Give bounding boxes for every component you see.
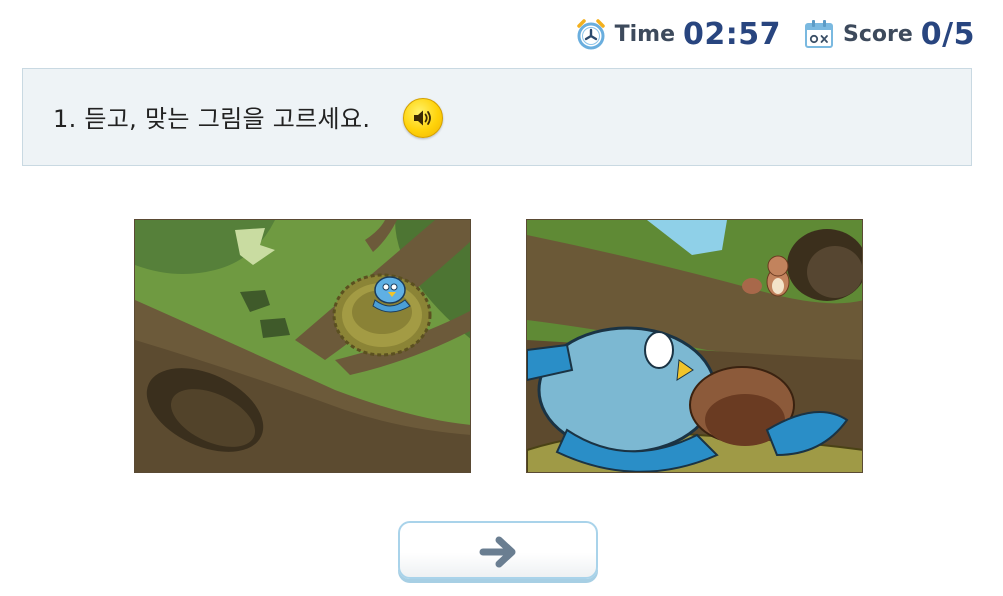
score-value: 0/5 xyxy=(920,16,975,52)
bird-and-squirrel-illustration xyxy=(527,220,862,472)
play-audio-button[interactable] xyxy=(403,98,443,138)
score: Score 0/5 xyxy=(803,17,975,52)
score-label: Score xyxy=(843,21,913,47)
question-text: 1. 듣고, 맞는 그림을 고르세요. xyxy=(53,105,371,133)
arrow-right-icon xyxy=(479,536,516,568)
answer-choice-2[interactable] xyxy=(526,219,863,473)
next-button[interactable] xyxy=(398,521,598,579)
clock-icon xyxy=(575,18,607,50)
time-label: Time xyxy=(614,21,675,47)
speaker-icon xyxy=(414,110,431,126)
question-panel: 1. 듣고, 맞는 그림을 고르세요. xyxy=(22,68,972,166)
bird-in-nest-illustration xyxy=(135,220,470,472)
time-value: 02:57 xyxy=(683,16,781,52)
status-bar: Time 02:57 Score 0/5 xyxy=(553,14,975,54)
calendar-ox-icon xyxy=(803,18,835,50)
answer-choice-1[interactable] xyxy=(134,219,471,473)
timer: Time 02:57 xyxy=(575,17,781,52)
